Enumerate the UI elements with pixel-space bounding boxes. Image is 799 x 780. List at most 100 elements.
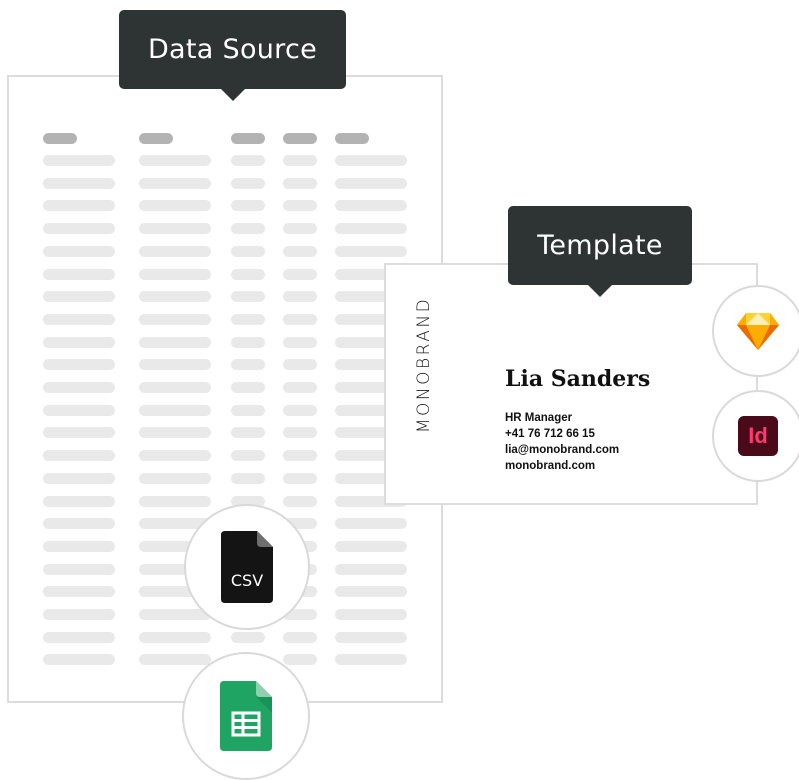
cell-placeholder (283, 472, 317, 484)
csv-file-icon: CSV (221, 531, 273, 603)
sketch-icon (737, 313, 779, 350)
cell-placeholder (231, 177, 265, 189)
cell-placeholder (139, 336, 211, 348)
cell-placeholder (283, 177, 317, 189)
cell-placeholder (283, 291, 317, 303)
cell-placeholder (43, 654, 115, 666)
google-sheets-badge (182, 652, 310, 780)
cell-placeholder (335, 563, 407, 575)
cell-placeholder (139, 177, 211, 189)
cell-placeholder (335, 586, 407, 598)
cell-placeholder (283, 268, 317, 280)
cell-placeholder (283, 654, 317, 666)
cell-placeholder (43, 563, 115, 575)
template-tooltip: Template (508, 206, 692, 297)
cell-placeholder (139, 404, 211, 416)
cell-placeholder (139, 223, 211, 235)
cell-placeholder (231, 291, 265, 303)
card-name: Lia Sanders (505, 366, 651, 392)
cell-placeholder (43, 495, 115, 507)
cell-placeholder (43, 427, 115, 439)
cell-placeholder (283, 631, 317, 643)
cell-placeholder (139, 313, 211, 325)
cell-placeholder (43, 586, 115, 598)
cell-placeholder (335, 654, 407, 666)
cell-placeholder (335, 177, 407, 189)
cell-placeholder (43, 155, 115, 166)
cell-placeholder (139, 495, 211, 507)
cell-placeholder (139, 631, 211, 643)
cell-placeholder (43, 177, 115, 189)
cell-placeholder (283, 245, 317, 257)
cell-placeholder (231, 427, 265, 439)
data-source-label: Data Source (147, 34, 318, 65)
cell-placeholder (43, 223, 115, 235)
indesign-icon: Id (738, 416, 778, 456)
cell-placeholder (43, 631, 115, 643)
cell-placeholder (231, 336, 265, 348)
cell-placeholder (43, 404, 115, 416)
column-header-placeholder (335, 133, 369, 144)
cell-placeholder (139, 268, 211, 280)
cell-placeholder (43, 450, 115, 462)
cell-placeholder (139, 291, 211, 303)
cell-placeholder (139, 382, 211, 393)
cell-placeholder (43, 245, 115, 257)
cell-placeholder (231, 382, 265, 393)
card-email: lia@monobrand.com (505, 444, 620, 456)
cell-placeholder (231, 155, 265, 166)
cell-placeholder (283, 495, 317, 507)
cell-placeholder (139, 359, 211, 371)
cell-placeholder (335, 540, 407, 552)
cell-placeholder (283, 155, 317, 166)
cell-placeholder (139, 427, 211, 439)
sketch-badge (712, 285, 799, 377)
cell-placeholder (43, 540, 115, 552)
cell-placeholder (139, 654, 211, 666)
indesign-badge: Id (712, 390, 799, 482)
cell-placeholder (43, 609, 115, 620)
cell-placeholder (283, 427, 317, 439)
cell-placeholder (335, 223, 407, 235)
csv-label: CSV (230, 571, 264, 590)
cell-placeholder (43, 291, 115, 303)
cell-placeholder (335, 518, 407, 530)
cell-placeholder (231, 450, 265, 462)
google-sheets-icon (220, 681, 272, 751)
cell-placeholder (335, 155, 407, 166)
cell-placeholder (139, 245, 211, 257)
cell-placeholder (139, 472, 211, 484)
cell-placeholder (139, 609, 211, 620)
cell-placeholder (231, 200, 265, 212)
cell-placeholder (43, 200, 115, 212)
cell-placeholder (231, 313, 265, 325)
column-header-placeholder (231, 133, 265, 144)
cell-placeholder (231, 268, 265, 280)
cell-placeholder (43, 518, 115, 530)
cell-placeholder (283, 313, 317, 325)
cell-placeholder (139, 200, 211, 212)
cell-placeholder (231, 359, 265, 371)
cell-placeholder (283, 200, 317, 212)
cell-placeholder (231, 245, 265, 257)
cell-placeholder (283, 359, 317, 371)
cell-placeholder (43, 268, 115, 280)
card-phone: +41 76 712 66 15 (505, 428, 595, 440)
cell-placeholder (231, 404, 265, 416)
cell-placeholder (43, 472, 115, 484)
cell-placeholder (283, 336, 317, 348)
cell-placeholder (283, 404, 317, 416)
column-header-placeholder (43, 133, 77, 144)
template-label: Template (537, 230, 663, 261)
cell-placeholder (43, 313, 115, 325)
csv-badge: CSV (184, 504, 310, 630)
cell-placeholder (43, 382, 115, 393)
cell-placeholder (335, 631, 407, 643)
cell-placeholder (231, 223, 265, 235)
cell-placeholder (283, 382, 317, 393)
data-source-tooltip: Data Source (119, 10, 346, 101)
cell-placeholder (43, 359, 115, 371)
cell-placeholder (283, 223, 317, 235)
column-header-placeholder (283, 133, 317, 144)
cell-placeholder (283, 450, 317, 462)
